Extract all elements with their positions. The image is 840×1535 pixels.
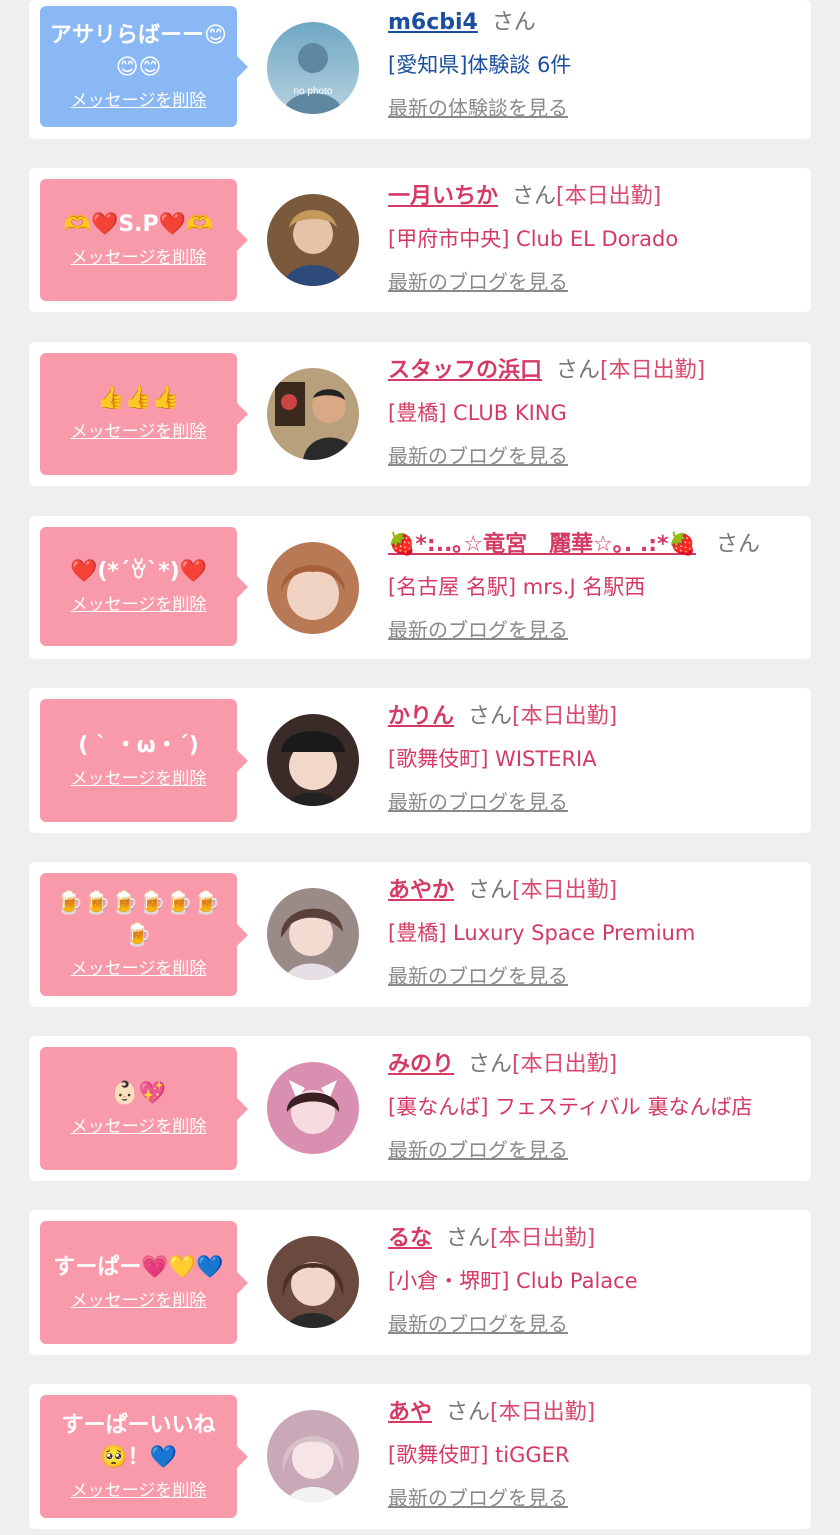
- latest-blog-link[interactable]: 最新のブログを見る: [388, 616, 568, 644]
- delete-message-button[interactable]: メッセージを削除: [71, 1478, 207, 1504]
- message-list: アサリらばーー😊😊😊 メッセージを削除 no photo m6cbi4 さん [愛…: [0, 0, 840, 1535]
- message-text: 🫶❤️S.P❤️🫶: [63, 212, 214, 237]
- list-item: ( ˋ ・ω・ˊ) メッセージを削除 かりん さん[本日出勤] [歌舞伎町] WI…: [29, 688, 811, 833]
- work-status: [本日出勤]: [512, 1052, 618, 1077]
- name-line: るな さん[本日出勤]: [388, 1224, 801, 1254]
- work-status: [本日出勤]: [512, 878, 618, 903]
- delete-message-button[interactable]: メッセージを削除: [71, 592, 207, 618]
- delete-message-button[interactable]: メッセージを削除: [71, 1288, 207, 1314]
- store-info: [歌舞伎町] tiGGER: [388, 1443, 570, 1467]
- name-line: かりん さん[本日出勤]: [388, 702, 801, 732]
- honorific: さん: [468, 1052, 513, 1077]
- work-status: [本日出勤]: [556, 184, 662, 209]
- latest-blog-link[interactable]: 最新のブログを見る: [388, 962, 568, 990]
- store-info: [愛知県]体験談 6件: [388, 53, 572, 77]
- cast-name-link[interactable]: あや: [388, 1400, 432, 1425]
- message-bubble: ( ˋ ・ω・ˊ) メッセージを削除: [40, 699, 248, 822]
- work-status: [本日出勤]: [600, 358, 706, 383]
- avatar[interactable]: no photo: [267, 22, 359, 114]
- name-line: あやか さん[本日出勤]: [388, 876, 801, 906]
- name-line: 一月いちか さん[本日出勤]: [388, 182, 801, 212]
- name-line: あや さん[本日出勤]: [388, 1398, 801, 1428]
- delete-message-button[interactable]: メッセージを削除: [71, 956, 207, 982]
- store-info: [歌舞伎町] WISTERIA: [388, 747, 597, 771]
- latest-blog-link[interactable]: 最新のブログを見る: [388, 788, 568, 816]
- name-line: みのり さん[本日出勤]: [388, 1050, 801, 1080]
- avatar[interactable]: [267, 368, 359, 460]
- store-info: [甲府市中央] Club EL Dorado: [388, 227, 679, 251]
- name-line: スタッフの浜口 さん[本日出勤]: [388, 356, 801, 386]
- list-item: 👍👍👍 メッセージを削除 スタッフの浜口 さん[本日出勤] [豊橋] CLUB K…: [29, 342, 811, 486]
- message-bubble: すーぱー💗💛💙 メッセージを削除: [40, 1221, 248, 1344]
- store-info: [名古屋 名駅] mrs.J 名駅西: [388, 575, 646, 599]
- name-line: 🍓*:..｡☆竜宮 麗華☆｡. .:*🍓 さん: [388, 530, 801, 560]
- message-text: すーぱー💗💛💙: [53, 1254, 224, 1280]
- cast-name-link[interactable]: 一月いちか: [388, 184, 498, 209]
- latest-blog-link[interactable]: 最新のブログを見る: [388, 268, 568, 296]
- message-bubble: 🫶❤️S.P❤️🫶 メッセージを削除: [40, 179, 248, 301]
- message-text: 🍺🍺🍺🍺🍺🍺🍺: [56, 890, 221, 948]
- work-status: [本日出勤]: [512, 704, 618, 729]
- message-text: ( ˋ ・ω・ˊ): [78, 732, 199, 758]
- avatar[interactable]: [267, 1236, 359, 1328]
- avatar[interactable]: [267, 888, 359, 980]
- user-name-link[interactable]: m6cbi4: [388, 10, 478, 35]
- avatar[interactable]: [267, 542, 359, 634]
- honorific: さん: [491, 10, 536, 35]
- avatar[interactable]: [267, 1062, 359, 1154]
- message-bubble: 🍺🍺🍺🍺🍺🍺🍺 メッセージを削除: [40, 873, 248, 996]
- latest-blog-link[interactable]: 最新のブログを見る: [388, 1136, 568, 1164]
- store-info: [豊橋] CLUB KING: [388, 401, 567, 425]
- honorific: さん: [468, 704, 513, 729]
- list-item: 🍺🍺🍺🍺🍺🍺🍺 メッセージを削除 あやか さん[本日出勤] [豊橋] Luxury…: [29, 862, 811, 1007]
- list-item: アサリらばーー😊😊😊 メッセージを削除 no photo m6cbi4 さん [愛…: [29, 0, 811, 139]
- honorific: さん: [468, 878, 513, 903]
- list-item: すーぱー💗💛💙 メッセージを削除 るな さん[本日出勤] [小倉・堺町] Club…: [29, 1210, 811, 1355]
- cast-name-link[interactable]: 🍓*:..｡☆竜宮 麗華☆｡. .:*🍓: [388, 532, 696, 557]
- message-bubble: すーぱーいいね🥺！💙 メッセージを削除: [40, 1395, 248, 1518]
- cast-name-link[interactable]: みのり: [388, 1052, 454, 1077]
- message-text: 👶🏻💖: [111, 1080, 166, 1106]
- message-bubble: アサリらばーー😊😊😊 メッセージを削除: [40, 6, 248, 127]
- avatar[interactable]: [267, 194, 359, 286]
- message-bubble: 👶🏻💖 メッセージを削除: [40, 1047, 248, 1170]
- avatar[interactable]: [267, 1410, 359, 1502]
- honorific: さん: [446, 1226, 491, 1251]
- message-text: アサリらばーー😊😊😊: [50, 22, 227, 80]
- honorific: さん: [556, 358, 601, 383]
- latest-blog-link[interactable]: 最新のブログを見る: [388, 1484, 568, 1512]
- message-bubble: ❤️(*´ꈊ`*)❤️ メッセージを削除: [40, 527, 248, 646]
- honorific: さん: [446, 1400, 491, 1425]
- message-text: ❤️(*´ꈊ`*)❤️: [69, 558, 208, 584]
- cast-name-link[interactable]: スタッフの浜口: [388, 358, 542, 383]
- list-item: 🫶❤️S.P❤️🫶 メッセージを削除 一月いちか さん[本日出勤] [甲府市中央]…: [29, 168, 811, 312]
- delete-message-button[interactable]: メッセージを削除: [71, 419, 207, 445]
- svg-text:no photo: no photo: [294, 86, 333, 97]
- latest-blog-link[interactable]: 最新のブログを見る: [388, 1310, 568, 1338]
- latest-review-link[interactable]: 最新の体験談を見る: [388, 94, 568, 122]
- cast-name-link[interactable]: るな: [388, 1226, 432, 1251]
- work-status: [本日出勤]: [490, 1400, 596, 1425]
- list-item: 👶🏻💖 メッセージを削除 みのり さん[本日出勤] [裏なんば] フェスティバル …: [29, 1036, 811, 1181]
- list-item: すーぱーいいね🥺！💙 メッセージを削除 あや さん[本日出勤] [歌舞伎町] ti…: [29, 1384, 811, 1529]
- avatar[interactable]: [267, 714, 359, 806]
- delete-message-button[interactable]: メッセージを削除: [71, 1114, 207, 1140]
- message-text: 👍👍👍: [97, 386, 180, 411]
- cast-name-link[interactable]: あやか: [388, 878, 454, 903]
- delete-message-button[interactable]: メッセージを削除: [71, 88, 207, 114]
- message-text: すーぱーいいね🥺！💙: [61, 1412, 216, 1470]
- honorific: さん: [512, 184, 557, 209]
- list-item: ❤️(*´ꈊ`*)❤️ メッセージを削除 🍓*:..｡☆竜宮 麗華☆｡. .:*…: [29, 516, 811, 659]
- store-info: [裏なんば] フェスティバル 裏なんば店: [388, 1095, 753, 1119]
- delete-message-button[interactable]: メッセージを削除: [71, 245, 207, 271]
- work-status: [本日出勤]: [490, 1226, 596, 1251]
- store-info: [小倉・堺町] Club Palace: [388, 1269, 638, 1293]
- latest-blog-link[interactable]: 最新のブログを見る: [388, 442, 568, 470]
- name-line: m6cbi4 さん: [388, 8, 801, 38]
- cast-name-link[interactable]: かりん: [388, 704, 454, 729]
- honorific: さん: [715, 532, 760, 557]
- message-bubble: 👍👍👍 メッセージを削除: [40, 353, 248, 475]
- store-info: [豊橋] Luxury Space Premium: [388, 921, 696, 945]
- delete-message-button[interactable]: メッセージを削除: [71, 766, 207, 792]
